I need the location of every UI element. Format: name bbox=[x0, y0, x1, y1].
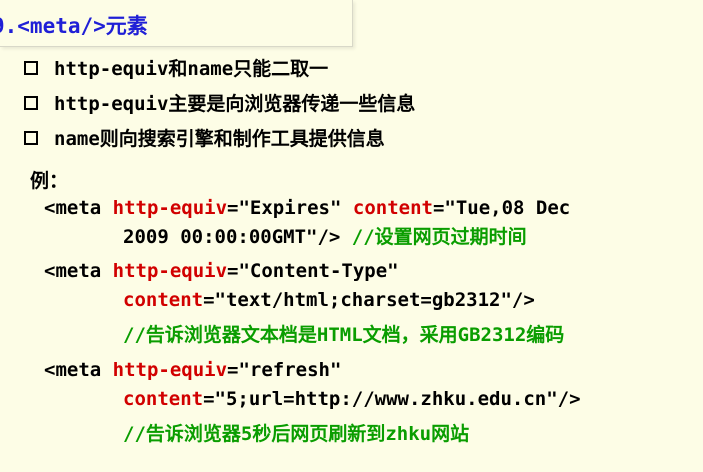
attr-content: content bbox=[352, 197, 433, 219]
attr-value-continued: 2009 00:00:00GMT"/> bbox=[123, 226, 341, 248]
bullet-text: http-equiv和name只能二取一 bbox=[54, 58, 329, 80]
bullet-text: name则向搜索引擎和制作工具提供信息 bbox=[54, 128, 385, 150]
code-comment: //告诉浏览器5秒后网页刷新到zhku网站 bbox=[123, 423, 470, 445]
bullet-item: name则向搜索引擎和制作工具提供信息 bbox=[24, 120, 415, 155]
code-line-4: content="text/html;charset=gb2312"/> bbox=[123, 291, 535, 310]
attr-content: content bbox=[123, 388, 204, 410]
code-line-2: 2009 00:00:00GMT"/> //设置网页过期时间 bbox=[123, 228, 527, 247]
bullet-list: http-equiv和name只能二取一 http-equiv主要是向浏览器传递… bbox=[24, 50, 415, 155]
attr-http-equiv: http-equiv bbox=[112, 260, 228, 282]
meta-open-tag: <meta bbox=[44, 260, 113, 282]
bullet-item: http-equiv主要是向浏览器传递一些信息 bbox=[24, 85, 415, 120]
example-label: 例： bbox=[30, 170, 69, 192]
bullet-item: http-equiv和name只能二取一 bbox=[24, 50, 415, 85]
bullet-text: http-equiv主要是向浏览器传递一些信息 bbox=[54, 93, 416, 115]
square-bullet-icon bbox=[24, 60, 38, 75]
code-comment: //设置网页过期时间 bbox=[340, 226, 527, 248]
attr-http-equiv: http-equiv bbox=[112, 197, 228, 219]
slide-title: 9.<meta/>元素 bbox=[0, 14, 148, 38]
code-comment: //告诉浏览器文本档是HTML文档，采用GB2312编码 bbox=[123, 324, 565, 346]
square-bullet-icon bbox=[24, 130, 38, 145]
attr-value: ="text/html;charset=gb2312"/> bbox=[203, 289, 535, 311]
meta-open-tag: <meta bbox=[44, 359, 113, 381]
attr-content: content bbox=[123, 289, 204, 311]
title-box: 9.<meta/>元素 bbox=[0, 0, 353, 47]
code-line-7: content="5;url=http://www.zhku.edu.cn"/> bbox=[123, 390, 581, 409]
attr-value: ="Content-Type" bbox=[227, 260, 399, 282]
square-bullet-icon bbox=[24, 95, 38, 110]
attr-value: ="5;url=http://www.zhku.edu.cn"/> bbox=[203, 388, 581, 410]
code-line-1: <meta http-equiv="Expires" content="Tue,… bbox=[44, 199, 570, 218]
attr-http-equiv: http-equiv bbox=[112, 359, 228, 381]
attr-value: ="refresh" bbox=[227, 359, 342, 381]
attr-value: ="Tue,08 Dec bbox=[432, 197, 571, 219]
code-line-3: <meta http-equiv="Content-Type" bbox=[44, 262, 399, 281]
code-line-6: <meta http-equiv="refresh" bbox=[44, 361, 341, 380]
meta-open-tag: <meta bbox=[44, 197, 113, 219]
attr-value: ="Expires" bbox=[227, 197, 353, 219]
